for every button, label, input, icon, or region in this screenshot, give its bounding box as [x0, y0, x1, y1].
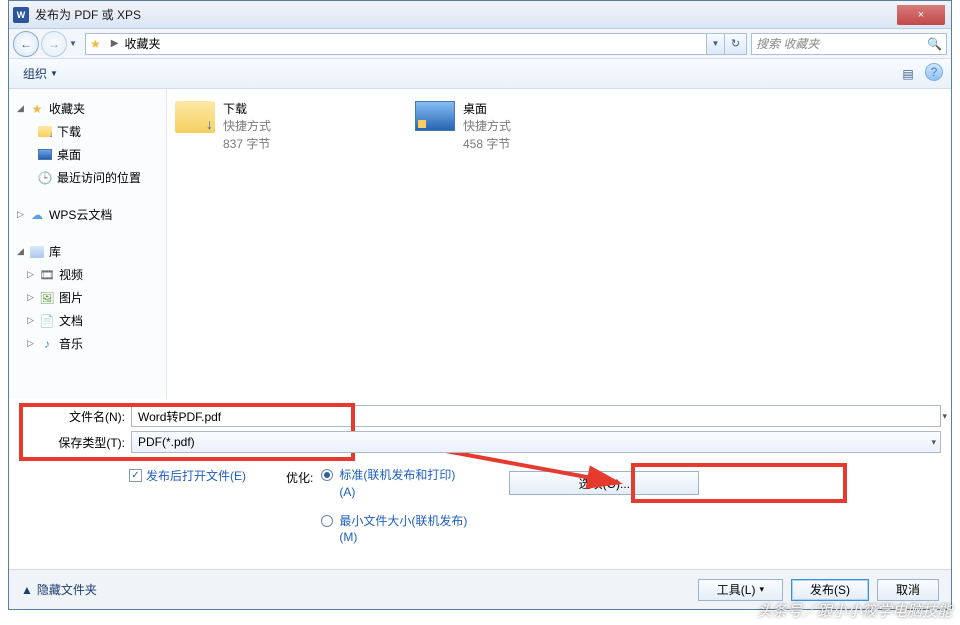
app-icon: W [13, 7, 29, 23]
sidebar-documents[interactable]: ▷📄文档 [15, 309, 166, 332]
search-placeholder: 搜索 收藏夹 [756, 35, 819, 52]
nav-history-dropdown[interactable]: ▼ [69, 39, 81, 48]
sidebar-pictures[interactable]: ▷🖼图片 [15, 286, 166, 309]
address-bar[interactable]: ★ ▶ 收藏夹 [85, 33, 707, 55]
file-name: 下载 [223, 101, 271, 118]
open-after-checkbox[interactable]: ✓ 发布后打开文件(E) [129, 467, 246, 484]
dialog-footer: ▲ 隐藏文件夹 工具(L) 发布(S) 取消 [9, 569, 951, 609]
sidebar: ◢★收藏夹 下载 桌面 🕒最近访问的位置 ▷☁WPS云文档 ◢库 ▷🎞视频 ▷🖼… [9, 89, 167, 399]
file-item[interactable]: 桌面 快捷方式 458 字节 [415, 101, 635, 153]
address-dropdown[interactable]: ▼ [707, 33, 725, 55]
back-button[interactable]: ← [13, 31, 39, 57]
sidebar-favorites[interactable]: ◢★收藏夹 [15, 97, 166, 120]
search-input[interactable]: 搜索 收藏夹 🔍 [751, 33, 947, 55]
sidebar-downloads[interactable]: 下载 [15, 120, 166, 143]
nav-bar: ← → ▼ ★ ▶ 收藏夹 ▼ ↻ 搜索 收藏夹 🔍 [9, 29, 951, 59]
sidebar-desktop[interactable]: 桌面 [15, 143, 166, 166]
file-size: 837 字节 [223, 136, 271, 153]
radio-icon [321, 515, 333, 527]
forward-button[interactable]: → [41, 31, 67, 57]
refresh-button[interactable]: ↻ [725, 33, 747, 55]
optimize-label: 优化: [286, 467, 313, 546]
address-location: 收藏夹 [124, 35, 160, 52]
file-type: 快捷方式 [463, 118, 511, 135]
sidebar-libraries[interactable]: ◢库 [15, 240, 166, 263]
file-size: 458 字节 [463, 136, 511, 153]
help-button[interactable]: ? [925, 63, 943, 81]
options-button[interactable]: 选项(O)... [509, 471, 699, 495]
filename-label: 文件名(N): [19, 408, 131, 425]
form-area: 文件名(N): Word转PDF.pdf▾ 保存类型(T): PDF(*.pdf… [9, 399, 951, 548]
sidebar-music[interactable]: ▷♪音乐 [15, 332, 166, 355]
desktop-icon [415, 101, 455, 131]
folder-download-icon [175, 101, 215, 133]
sidebar-videos[interactable]: ▷🎞视频 [15, 263, 166, 286]
radio-icon [321, 469, 333, 481]
savetype-combo[interactable]: PDF(*.pdf)▾ [131, 431, 941, 453]
view-mode-button[interactable]: ▤ [897, 63, 919, 85]
window-title: 发布为 PDF 或 XPS [35, 6, 141, 23]
titlebar[interactable]: W 发布为 PDF 或 XPS × [9, 1, 951, 29]
save-dialog-window: W 发布为 PDF 或 XPS × ← → ▼ ★ ▶ 收藏夹 ▼ ↻ 搜索 收… [8, 0, 952, 610]
publish-button[interactable]: 发布(S) [791, 579, 869, 601]
organize-menu[interactable]: 组织▼ [17, 62, 64, 85]
file-name: 桌面 [463, 101, 511, 118]
file-list[interactable]: 下载 快捷方式 837 字节 桌面 快捷方式 458 字节 [167, 89, 951, 399]
file-item[interactable]: 下载 快捷方式 837 字节 [175, 101, 395, 153]
sidebar-recent[interactable]: 🕒最近访问的位置 [15, 166, 166, 189]
sidebar-wps[interactable]: ▷☁WPS云文档 [15, 203, 166, 226]
favorites-icon: ★ [90, 37, 101, 51]
tools-button[interactable]: 工具(L) [698, 579, 783, 601]
close-button[interactable]: × [897, 5, 945, 25]
file-type: 快捷方式 [223, 118, 271, 135]
toolbar: 组织▼ ▤ ? [9, 59, 951, 89]
hide-folders-toggle[interactable]: ▲ 隐藏文件夹 [21, 581, 97, 598]
chevron-up-icon: ▲ [21, 583, 33, 597]
cancel-button[interactable]: 取消 [877, 579, 939, 601]
checkbox-icon: ✓ [129, 469, 142, 482]
chevron-right-icon: ▶ [111, 38, 119, 49]
optimize-standard-radio[interactable]: 标准(联机发布和打印)(A) [321, 467, 469, 501]
savetype-label: 保存类型(T): [19, 434, 131, 451]
search-icon: 🔍 [927, 37, 942, 51]
filename-input[interactable]: Word转PDF.pdf▾ [131, 405, 941, 427]
optimize-min-radio[interactable]: 最小文件大小(联机发布)(M) [321, 513, 469, 547]
